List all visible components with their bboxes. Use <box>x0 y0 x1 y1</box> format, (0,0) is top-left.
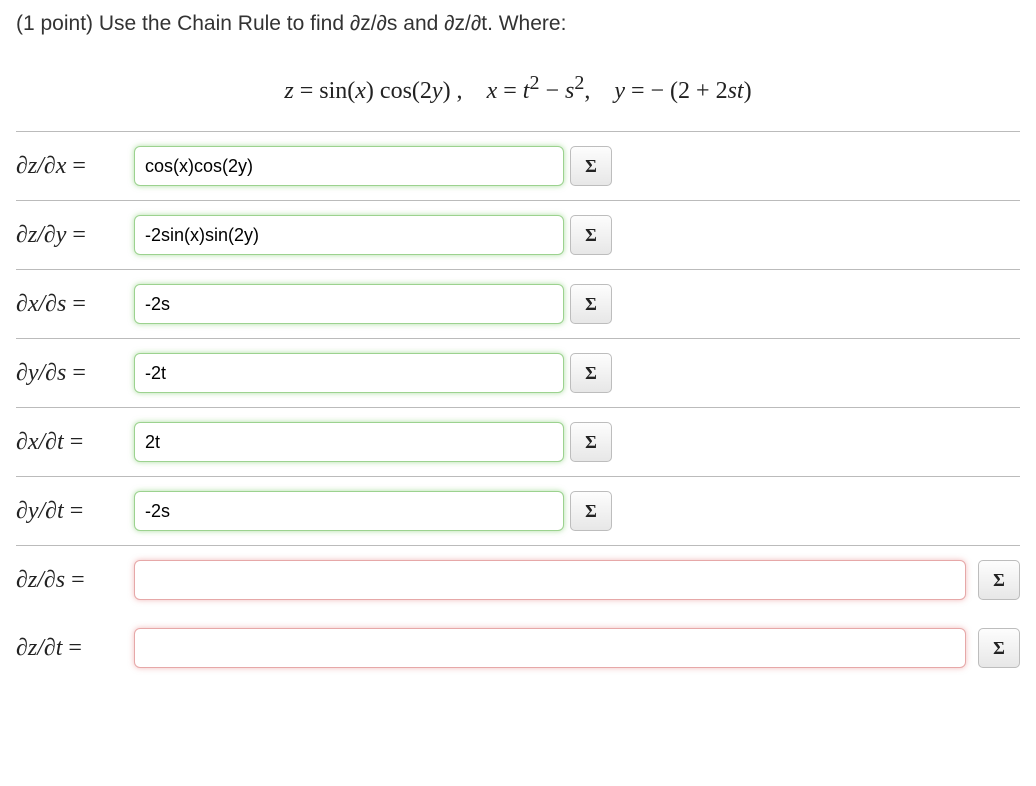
question-prompt: (1 point) Use the Chain Rule to find ∂z/… <box>16 12 1020 36</box>
input-row-dx_dt: ∂x/∂t = Σ <box>16 408 1020 476</box>
input-group-dx_dt: Σ <box>134 422 612 462</box>
input-row-dx_ds: ∂x/∂s = Σ <box>16 270 1020 338</box>
input-row-dy_ds: ∂y/∂s = Σ <box>16 339 1020 407</box>
input-group-dz_ds: Σ <box>134 560 1020 600</box>
input-row-dz_dt: ∂z/∂t = Σ <box>16 614 1020 682</box>
prompt-text: (1 point) Use the Chain Rule to find ∂z/… <box>16 12 566 35</box>
label-dz_dx: ∂z/∂x = <box>16 153 134 180</box>
equation-editor-button[interactable]: Σ <box>570 284 612 324</box>
answer-input-dx_ds[interactable] <box>134 284 564 324</box>
equation-editor-button[interactable]: Σ <box>570 353 612 393</box>
input-row-dy_dt: ∂y/∂t = Σ <box>16 477 1020 545</box>
equation-editor-button[interactable]: Σ <box>978 560 1020 600</box>
input-group-dy_ds: Σ <box>134 353 612 393</box>
label-dz_dy: ∂z/∂y = <box>16 222 134 249</box>
label-dz_dt: ∂z/∂t = <box>16 635 134 662</box>
answer-input-dz_dt[interactable] <box>134 628 966 668</box>
equation-editor-button[interactable]: Σ <box>570 215 612 255</box>
answer-input-dy_ds[interactable] <box>134 353 564 393</box>
input-row-dz_dy: ∂z/∂y = Σ <box>16 201 1020 269</box>
answer-input-dx_dt[interactable] <box>134 422 564 462</box>
equation-editor-button[interactable]: Σ <box>978 628 1020 668</box>
equation-editor-button[interactable]: Σ <box>570 146 612 186</box>
label-dy_dt: ∂y/∂t = <box>16 498 134 525</box>
answer-input-dz_ds[interactable] <box>134 560 966 600</box>
input-row-dz_ds: ∂z/∂s = Σ <box>16 546 1020 614</box>
label-dy_ds: ∂y/∂s = <box>16 360 134 387</box>
answer-input-dy_dt[interactable] <box>134 491 564 531</box>
equation-editor-button[interactable]: Σ <box>570 422 612 462</box>
input-group-dy_dt: Σ <box>134 491 612 531</box>
input-group-dz_dy: Σ <box>134 215 612 255</box>
input-group-dz_dt: Σ <box>134 628 1020 668</box>
input-row-dz_dx: ∂z/∂x = Σ <box>16 132 1020 200</box>
input-group-dz_dx: Σ <box>134 146 612 186</box>
equation-editor-button[interactable]: Σ <box>570 491 612 531</box>
input-group-dx_ds: Σ <box>134 284 612 324</box>
answer-input-dz_dx[interactable] <box>134 146 564 186</box>
label-dx_ds: ∂x/∂s = <box>16 291 134 318</box>
label-dx_dt: ∂x/∂t = <box>16 429 134 456</box>
given-equations: z = sin(x) cos(2y) , x = t2 − s2, y = − … <box>16 72 1020 105</box>
label-dz_ds: ∂z/∂s = <box>16 567 134 594</box>
answer-input-dz_dy[interactable] <box>134 215 564 255</box>
